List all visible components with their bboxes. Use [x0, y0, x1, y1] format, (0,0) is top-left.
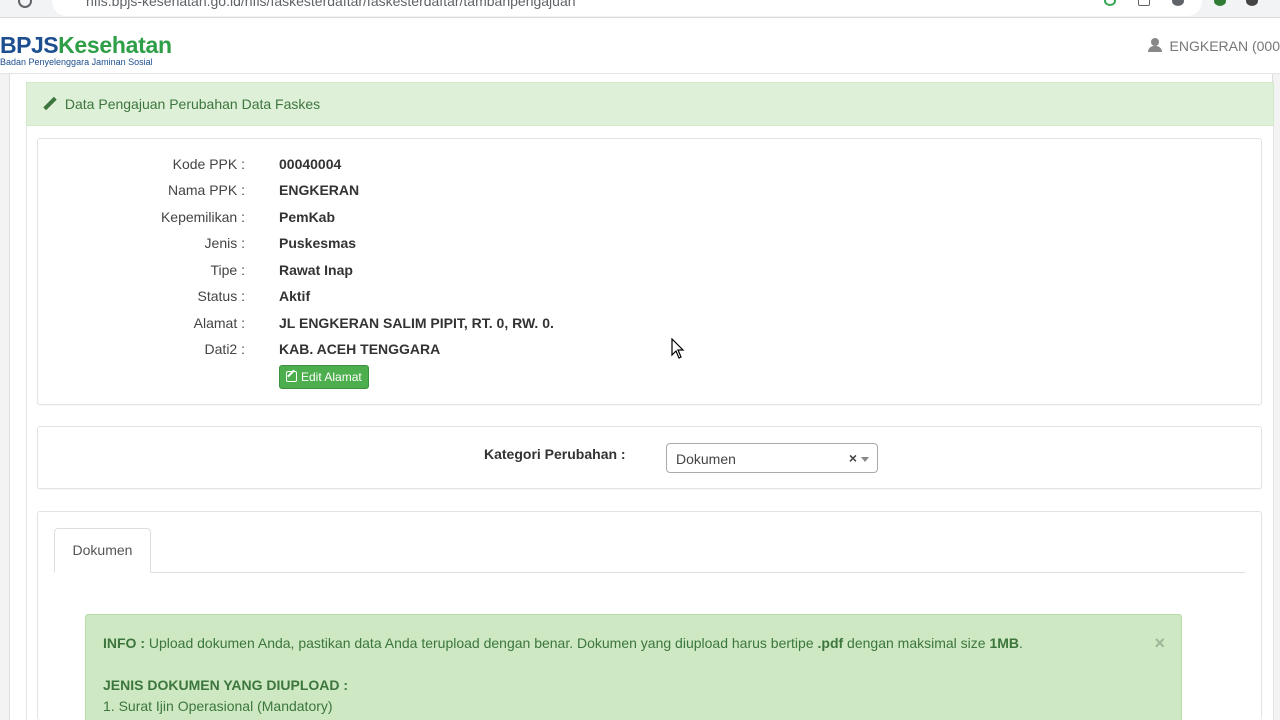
- tab-dokumen[interactable]: Dokumen: [54, 528, 151, 573]
- site-header: BPJSKesehatan Badan Penyelenggara Jamina…: [0, 18, 1280, 74]
- info-row-jenis: Jenis : Puskesmas: [38, 235, 1261, 255]
- chevron-down-icon[interactable]: [861, 457, 869, 462]
- kategori-label: Kategori Perubahan :: [484, 446, 626, 462]
- profile-icon[interactable]: [1214, 0, 1226, 6]
- mouse-cursor-icon: [671, 338, 685, 359]
- kategori-box: Kategori Perubahan : Dokumen ×: [37, 426, 1262, 489]
- info-row-kode-ppk: Kode PPK : 00040004: [38, 156, 1261, 176]
- clear-selection-icon[interactable]: ×: [849, 450, 857, 466]
- alert-text-a: Upload dokumen Anda, pastikan data Anda …: [145, 635, 818, 651]
- info-value: 00040004: [279, 156, 342, 172]
- extensions-puzzle-icon[interactable]: [1246, 0, 1258, 6]
- bpjs-logo[interactable]: BPJSKesehatan Badan Penyelenggara Jamina…: [0, 32, 172, 67]
- info-label: Nama PPK :: [167, 182, 245, 198]
- alert-file-type: .pdf: [817, 635, 844, 651]
- url-text[interactable]: hfis.bpjs-kesehatan.go.id/hfis/faskester…: [86, 0, 576, 9]
- user-label: ENGKERAN (000: [1169, 38, 1280, 54]
- info-label: Dati2 :: [204, 341, 245, 357]
- info-label: Kepemilikan :: [160, 209, 245, 225]
- info-value: JL ENGKERAN SALIM PIPIT, RT. 0, RW. 0.: [279, 315, 554, 331]
- edit-alamat-label: Edit Alamat: [301, 370, 362, 384]
- alert-prefix: INFO :: [103, 635, 145, 651]
- browser-toolbar: hfis.bpjs-kesehatan.go.id/hfis/faskester…: [0, 0, 1280, 18]
- user-menu[interactable]: ENGKERAN (000: [1147, 38, 1280, 54]
- kategori-select[interactable]: Dokumen ×: [666, 443, 878, 473]
- pencil-icon: [43, 97, 57, 111]
- logo-secondary-text: Kesehatan: [58, 32, 172, 58]
- info-row-kepemilikan: Kepemilikan : PemKab: [38, 209, 1261, 229]
- alert-text-b: dengan maksimal size: [843, 635, 990, 651]
- info-label: Tipe :: [210, 262, 246, 278]
- info-alert: INFO : Upload dokumen Anda, pastikan dat…: [85, 614, 1182, 720]
- info-value: Rawat Inap: [279, 262, 353, 278]
- info-row-alamat: Alamat : JL ENGKERAN SALIM PIPIT, RT. 0,…: [38, 315, 1261, 335]
- close-icon[interactable]: ×: [1154, 633, 1165, 654]
- kategori-selected-value: Dokumen: [676, 451, 736, 467]
- info-value: Puskesmas: [279, 235, 357, 251]
- share-icon[interactable]: [1138, 0, 1150, 6]
- logo-subtitle: Badan Penyelenggara Jaminan Sosial: [0, 57, 153, 67]
- info-label: Jenis :: [204, 235, 245, 251]
- info-value: PemKab: [279, 209, 336, 225]
- alert-message: INFO : Upload dokumen Anda, pastikan dat…: [103, 635, 1023, 651]
- reload-icon[interactable]: [18, 0, 32, 8]
- info-label: Status :: [197, 288, 245, 304]
- faskes-info-box: Kode PPK : 00040004 Nama PPK : ENGKERAN …: [37, 138, 1262, 405]
- info-label: Kode PPK :: [172, 156, 245, 172]
- info-row-tipe: Tipe : Rawat Inap: [38, 262, 1261, 282]
- document-types-heading: JENIS DOKUMEN YANG DIUPLOAD :: [103, 677, 349, 693]
- info-value: ENGKERAN: [279, 182, 360, 198]
- alert-text-c: .: [1019, 635, 1023, 651]
- info-label: Alamat :: [193, 315, 245, 331]
- info-value: Aktif: [279, 288, 311, 304]
- edit-icon: [286, 371, 297, 382]
- panel-title: Data Pengajuan Perubahan Data Faskes: [64, 96, 321, 112]
- tabs-divider: [54, 572, 1245, 573]
- document-type-item: 1. Surat Ijin Operasional (Mandatory): [103, 698, 333, 714]
- info-value: KAB. ACEH TENGGARA: [279, 341, 441, 357]
- info-row-nama-ppk: Nama PPK : ENGKERAN: [38, 182, 1261, 202]
- info-row-dati2: Dati2 : KAB. ACEH TENGGARA: [38, 341, 1261, 361]
- user-icon: [1147, 38, 1162, 52]
- logo-primary-text: BPJS: [0, 32, 59, 58]
- info-row-status: Status : Aktif: [38, 288, 1261, 308]
- alert-max-size: 1MB: [989, 635, 1020, 651]
- edit-alamat-button[interactable]: Edit Alamat: [279, 365, 369, 389]
- panel-heading: Data Pengajuan Perubahan Data Faskes: [26, 82, 1274, 126]
- page-left-border: [0, 74, 10, 720]
